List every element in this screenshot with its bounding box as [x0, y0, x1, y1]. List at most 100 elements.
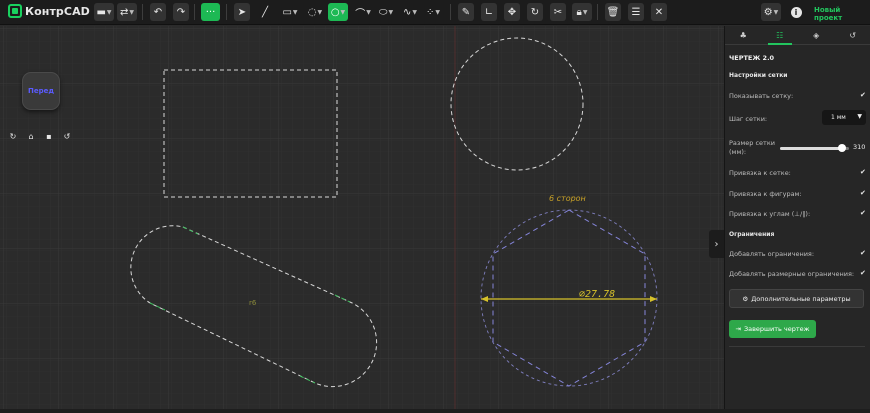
- grid-size-value: 310: [853, 143, 866, 151]
- dots-tool-button[interactable]: ···: [201, 3, 220, 21]
- top-toolbar: КонтрCAD ▬ ▼ ⇄ ▼ ↶ ↷ ··· ➤ ╱ ▭ ▼ ◌ ▼ ○ ▼ ⌒ ▼ ⬭…: [0, 0, 870, 25]
- panel-collapse-button[interactable]: ›: [709, 230, 724, 258]
- add-constraints-label: Добавлять ограничения:: [729, 250, 815, 258]
- snap-shapes-checkbox[interactable]: ✔: [860, 189, 866, 197]
- rotate-tool-button[interactable]: ↻: [527, 3, 543, 21]
- angle-tool-button[interactable]: ∟: [481, 3, 497, 21]
- snap-grid-label: Привязка к сетке:: [729, 169, 791, 177]
- delete-button[interactable]: 🗑︎: [605, 3, 621, 21]
- line-icon: ╱: [261, 6, 269, 18]
- add-constraints-checkbox[interactable]: ✔: [860, 249, 866, 257]
- rectangle-icon: ▭: [282, 6, 292, 18]
- refresh-view-icon[interactable]: ↻: [6, 129, 20, 143]
- history-icon: ↺: [849, 30, 857, 40]
- rotate-icon: ↻: [530, 6, 540, 18]
- redo-button[interactable]: ↷: [173, 3, 189, 21]
- scissors-tool-button[interactable]: ✂: [550, 3, 566, 21]
- snap-shapes-label: Привязка к фигурам:: [729, 190, 802, 198]
- circle-filled-tool-button[interactable]: ○ ▼: [328, 3, 348, 21]
- tab-settings[interactable]: ☷: [762, 26, 799, 45]
- close-button[interactable]: ✕: [651, 3, 667, 21]
- spline-icon: ∿: [402, 6, 412, 18]
- tab-layers[interactable]: ◈: [798, 26, 835, 44]
- pointer-icon: ➤: [237, 6, 247, 18]
- spline-tool-button[interactable]: ∿ ▼: [400, 3, 420, 21]
- line-tool-button[interactable]: ╱: [257, 3, 273, 21]
- grid-step-value: 1 мм: [831, 114, 846, 121]
- advanced-params-button[interactable]: ⚙ Дополнительные параметры: [729, 289, 864, 308]
- add-dim-constraints-label: Добавлять размерные ограничения:: [729, 270, 855, 278]
- finish-drawing-button[interactable]: ⇥ Завершить чертеж: [729, 320, 816, 338]
- panel-title: ЧЕРТЕЖ 2.0: [729, 54, 775, 62]
- redo-icon: ↷: [176, 6, 186, 18]
- arc-icon: ⌒: [355, 8, 366, 20]
- snap-angles-checkbox[interactable]: ✔: [860, 209, 866, 217]
- show-grid-checkbox[interactable]: ✔: [860, 91, 866, 99]
- view-cube-front[interactable]: Перед: [22, 72, 60, 110]
- undo-icon: ↶: [153, 6, 163, 18]
- points-tool-button[interactable]: ⁘ ▼: [423, 3, 443, 21]
- status-strip: [0, 409, 870, 413]
- measure-tool-button[interactable]: ✎: [458, 3, 474, 21]
- home-view-icon[interactable]: ⌂: [24, 129, 38, 143]
- points-icon: ⁘: [425, 6, 435, 18]
- snap-angles-label: Привязка к углам (⊥/∥):: [729, 210, 811, 218]
- circle-icon: ◌: [307, 6, 317, 18]
- layers-icon: ◈: [813, 30, 820, 40]
- reset-view-icon[interactable]: ↺: [60, 129, 74, 143]
- gear-icon: ⚙: [742, 294, 749, 303]
- canvas-svg[interactable]: r6 6 сторон ⌀27.78: [0, 26, 724, 410]
- grid-size-slider-fill: [780, 147, 843, 150]
- panel-tabs: ♣ ☷ ◈ ↺: [725, 26, 870, 45]
- ellipse-icon: ⬭: [378, 6, 388, 18]
- move-tool-button[interactable]: ✥: [504, 3, 520, 21]
- advanced-params-label: Дополнительные параметры: [751, 294, 851, 303]
- grid-size-label: Размер сетки (мм):: [729, 139, 775, 156]
- layers-icon: ☰: [631, 6, 641, 18]
- grid-size-slider-thumb[interactable]: [838, 144, 847, 152]
- snap-grid-checkbox[interactable]: ✔: [860, 168, 866, 176]
- trash-icon: 🗑︎: [606, 6, 620, 18]
- rectangle-tool-button[interactable]: ▭ ▼: [280, 3, 300, 21]
- lock-icon: 🔒︎: [576, 6, 582, 18]
- tab-history[interactable]: ↺: [835, 26, 870, 44]
- drawing-canvas[interactable]: r6 6 сторон ⌀27.78 Перед ↻ ⌂ ▪ ↺ ›: [0, 26, 724, 410]
- logo: КонтрCAD: [8, 4, 90, 18]
- add-dim-constraints-checkbox[interactable]: ✔: [860, 269, 866, 277]
- chevron-down-icon: ▼: [857, 113, 862, 120]
- sliders-icon: ☷: [776, 30, 784, 40]
- grid-size-slider[interactable]: [780, 144, 849, 152]
- lock-tool-button[interactable]: 🔒︎ ▼: [572, 3, 592, 21]
- tab-shapes[interactable]: ♣: [725, 26, 762, 44]
- circle-tool-button[interactable]: ◌ ▼: [305, 3, 325, 21]
- finish-drawing-label: Завершить чертеж: [743, 325, 810, 333]
- swap-icon: ⇄: [119, 6, 129, 18]
- new-project-link[interactable]: Новый проект: [814, 6, 870, 22]
- exit-icon: ⇥: [735, 325, 741, 333]
- open-file-button[interactable]: ▬ ▼: [94, 3, 114, 21]
- layers-button[interactable]: ☰: [628, 3, 644, 21]
- move-icon: ✥: [507, 6, 517, 18]
- arc-tool-button[interactable]: ⌒ ▼: [353, 3, 373, 21]
- diameter-label: ⌀27.78: [579, 289, 615, 300]
- logo-text: КонтрCAD: [25, 4, 90, 18]
- settings-icon: ⚙: [763, 6, 773, 18]
- close-icon: ✕: [654, 6, 664, 18]
- scissors-icon: ✂: [553, 6, 563, 18]
- pointer-tool-button[interactable]: ➤: [234, 3, 250, 21]
- grid-section-title: Настройки сетки: [729, 72, 788, 79]
- grid-step-select[interactable]: 1 мм ▼: [822, 110, 866, 125]
- settings-button[interactable]: ⚙ ▼: [761, 3, 781, 21]
- info-icon: i: [790, 6, 802, 18]
- app-root: КонтрCAD ▬ ▼ ⇄ ▼ ↶ ↷ ··· ➤ ╱ ▭ ▼ ◌ ▼ ○ ▼ ⌒ ▼ ⬭…: [0, 0, 870, 413]
- undo-button[interactable]: ↶: [150, 3, 166, 21]
- constraints-section-title: Ограничения: [729, 231, 775, 238]
- dots-icon: ···: [205, 6, 216, 18]
- ellipse-tool-button[interactable]: ⬭ ▼: [376, 3, 396, 21]
- grid: [0, 26, 724, 410]
- swap-button[interactable]: ⇄ ▼: [117, 3, 137, 21]
- fit-view-icon[interactable]: ▪: [42, 129, 56, 143]
- folder-icon: ▬: [96, 6, 106, 18]
- circle-filled-icon: ○: [330, 6, 340, 18]
- info-button[interactable]: i: [788, 3, 804, 21]
